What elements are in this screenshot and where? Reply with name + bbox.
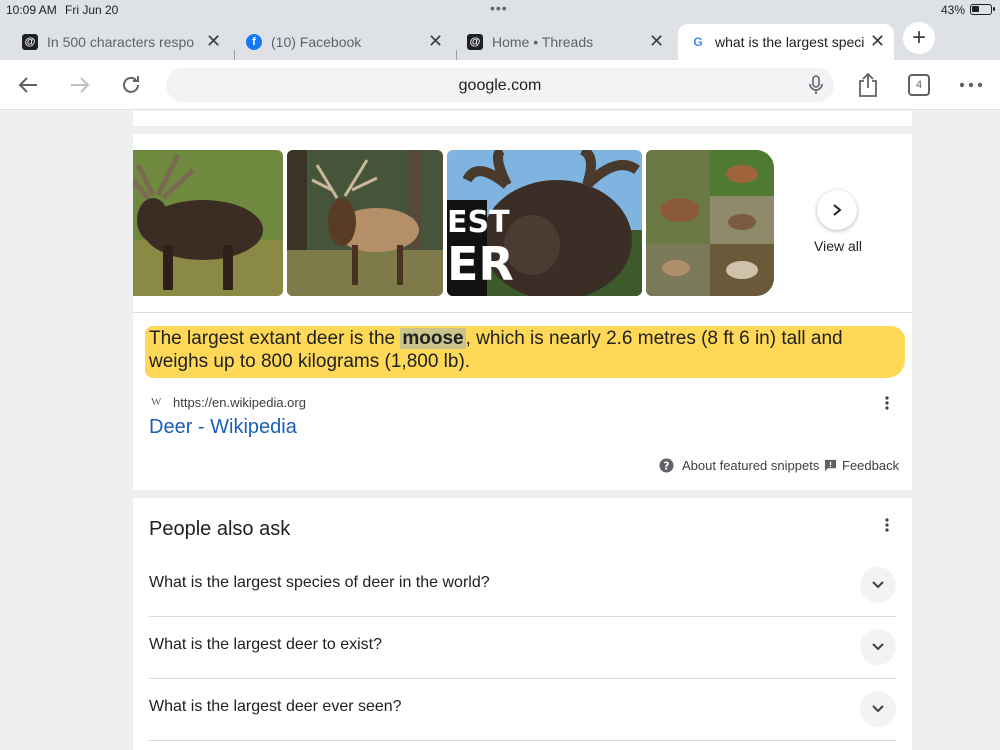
- deer-collage-photo: [646, 150, 774, 296]
- paa-question[interactable]: What is the largest deer to exist?: [149, 617, 896, 679]
- back-button[interactable]: [14, 70, 44, 100]
- paa-question-text: What is the largest deer to exist?: [149, 636, 382, 653]
- paa-question[interactable]: What is the largest deer ever seen?: [149, 679, 896, 741]
- view-all-images-button[interactable]: [817, 190, 857, 230]
- chevron-down-icon: [872, 705, 884, 713]
- reload-icon: [123, 76, 139, 93]
- battery-icon: [970, 4, 995, 15]
- paa-question[interactable]: What is the largest species of deer in t…: [149, 555, 896, 617]
- tab-google-search[interactable]: G what is the largest speci ✕: [678, 24, 894, 60]
- threads-icon: @: [467, 34, 483, 50]
- facebook-icon: f: [246, 34, 262, 50]
- expand-button[interactable]: [860, 567, 896, 603]
- chevron-right-icon: [833, 204, 842, 216]
- close-icon[interactable]: ✕: [206, 31, 221, 52]
- moose-closeup-photo: EST ER: [447, 150, 642, 296]
- tab-title: Home • Threads: [492, 34, 594, 50]
- tab-title: (10) Facebook: [271, 34, 362, 50]
- status-date: Fri Jun 20: [65, 3, 119, 17]
- search-results: EST ER View all The largest extant deer …: [0, 111, 1000, 750]
- address-bar[interactable]: google.com: [166, 68, 834, 102]
- overlay-text: ER: [447, 237, 514, 291]
- image-moose[interactable]: [133, 150, 283, 296]
- more-horizontal-icon: [959, 82, 983, 88]
- elk-photo: [287, 150, 443, 296]
- people-also-ask-card: People also ask What is the largest spec…: [133, 498, 912, 750]
- previous-card-edge: [133, 111, 912, 127]
- close-icon[interactable]: ✕: [870, 31, 885, 52]
- source-more-button[interactable]: [885, 396, 889, 415]
- paa-question-text: What is the largest species of deer in t…: [149, 574, 490, 591]
- multitask-dots[interactable]: •••: [490, 0, 508, 16]
- new-tab-button[interactable]: +: [903, 22, 935, 54]
- people-also-ask-title: People also ask: [149, 518, 291, 540]
- battery-percent: 43%: [941, 3, 966, 17]
- feedback-label: Feedback: [842, 458, 900, 473]
- tab-threads-post[interactable]: @ In 500 characters respo ✕: [22, 24, 228, 60]
- more-menu-button[interactable]: [956, 70, 986, 100]
- tab-title: In 500 characters respo: [47, 34, 195, 50]
- arrow-right-icon: [71, 77, 90, 93]
- tab-threads-home[interactable]: @ Home • Threads ✕: [467, 24, 667, 60]
- browser-toolbar: google.com: [0, 60, 1000, 110]
- more-vertical-icon: [885, 396, 889, 410]
- help-icon: ?: [659, 458, 674, 473]
- status-time: 10:09 AM: [6, 3, 57, 17]
- share-icon: [859, 72, 877, 97]
- reload-button[interactable]: [116, 70, 146, 100]
- share-button[interactable]: [853, 70, 883, 100]
- moose-photo: [133, 150, 283, 296]
- about-label: About featured snippets: [682, 458, 820, 473]
- view-all-label[interactable]: View all: [793, 238, 883, 254]
- tab-strip: @ In 500 characters respo ✕ f (10) Faceb…: [0, 20, 1000, 68]
- close-icon[interactable]: ✕: [649, 31, 664, 52]
- arrow-left-icon: [18, 77, 37, 93]
- about-featured-snippets[interactable]: ? About featured snippets: [659, 458, 819, 473]
- chevron-down-icon: [872, 643, 884, 651]
- forward-button[interactable]: [64, 70, 94, 100]
- expand-button[interactable]: [860, 629, 896, 665]
- feedback-icon: [824, 459, 837, 472]
- tab-title: what is the largest speci: [715, 34, 865, 50]
- paa-more-button[interactable]: [885, 518, 889, 537]
- status-bar: 10:09 AM Fri Jun 20 ••• 43%: [0, 0, 1000, 20]
- wikipedia-icon: W: [151, 396, 162, 408]
- snippet-text-before: The largest extant deer is the: [149, 328, 401, 349]
- tab-count-button[interactable]: 4: [908, 74, 930, 96]
- source-url[interactable]: https://en.wikipedia.org: [173, 395, 306, 410]
- snippet-highlight-word: moose: [400, 328, 466, 349]
- image-elk[interactable]: [287, 150, 443, 296]
- featured-snippet-card: EST ER View all The largest extant deer …: [133, 134, 912, 490]
- google-icon: G: [690, 34, 706, 50]
- threads-like-icon: @: [22, 34, 38, 50]
- expand-button[interactable]: [860, 691, 896, 727]
- overlay-text: EST: [447, 205, 510, 240]
- url-text[interactable]: google.com: [166, 77, 834, 95]
- paa-question-text: What is the largest deer ever seen?: [149, 698, 402, 715]
- feedback-button[interactable]: Feedback: [824, 458, 899, 473]
- microphone-icon[interactable]: [808, 75, 824, 95]
- chevron-down-icon: [872, 581, 884, 589]
- result-title-link[interactable]: Deer - Wikipedia: [149, 416, 297, 439]
- tab-facebook[interactable]: f (10) Facebook ✕: [246, 24, 446, 60]
- snippet-text: The largest extant deer is the moose, wh…: [149, 327, 901, 373]
- more-vertical-icon: [885, 518, 889, 532]
- image-largest-deer-video[interactable]: EST ER: [447, 150, 642, 296]
- close-icon[interactable]: ✕: [428, 31, 443, 52]
- divider: [133, 312, 912, 313]
- image-deer-collage[interactable]: [646, 150, 774, 296]
- svg-text:?: ?: [664, 460, 670, 472]
